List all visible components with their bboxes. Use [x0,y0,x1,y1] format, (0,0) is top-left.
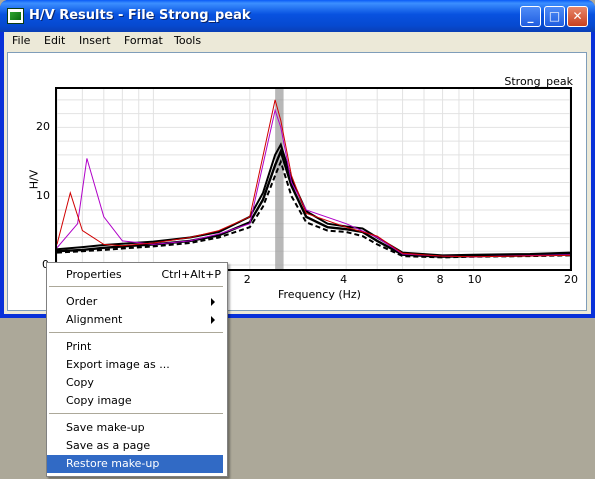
minimize-button[interactable]: _ [520,6,541,27]
menu-item-copy[interactable]: Copy [47,374,223,392]
y-axis-label: H/V [27,169,41,190]
x-tick-label: 8 [436,273,444,286]
x-axis-label: Frequency (Hz) [278,288,361,301]
x-tick-label: 6 [396,273,404,286]
menu-separator [49,332,223,333]
submenu-arrow-icon [211,316,215,324]
hv-curve [56,142,571,257]
window-title: H/V Results - File Strong_peak [29,8,251,23]
hv-curve [56,99,571,258]
menu-bar: File Edit Insert Format Tools [4,32,591,50]
menu-file[interactable]: File [12,34,30,47]
plot-area[interactable] [55,87,572,271]
y-tick-label: 10 [36,189,50,203]
app-icon [7,8,24,24]
x-tick-label: 10 [467,273,482,286]
context-menu: Properties Ctrl+Alt+P Order Alignment Pr… [46,262,228,477]
menu-separator [49,286,223,287]
x-tick-label: 4 [340,273,348,286]
menu-item-order[interactable]: Order [47,293,223,311]
x-tick-label: 2 [243,273,251,286]
menu-insert[interactable]: Insert [79,34,111,47]
menu-edit[interactable]: Edit [44,34,65,47]
y-tick-label: 20 [36,120,50,134]
hv-chart [56,89,571,269]
menu-item-label: Properties [66,268,122,281]
menu-item-print[interactable]: Print [47,338,223,356]
maximize-button[interactable]: □ [544,6,565,27]
menu-item-save-as-page[interactable]: Save as a page [47,437,223,455]
close-button[interactable]: ✕ [567,6,588,27]
menu-item-properties[interactable]: Properties Ctrl+Alt+P [47,266,223,284]
menu-item-copy-image[interactable]: Copy image [47,392,223,410]
menu-item-export-image[interactable]: Export image as ... [47,356,223,374]
menu-tools[interactable]: Tools [174,34,201,47]
menu-item-restore-makeup[interactable]: Restore make-up [47,455,223,473]
menu-item-save-makeup[interactable]: Save make-up [47,419,223,437]
submenu-arrow-icon [211,298,215,306]
menu-item-alignment[interactable]: Alignment [47,311,223,329]
menu-separator [49,413,223,414]
menu-item-shortcut: Ctrl+Alt+P [161,268,221,281]
menu-item-label: Order [66,295,98,308]
x-tick-label: 20 [564,273,578,286]
menu-item-label: Alignment [66,313,123,326]
menu-format[interactable]: Format [124,34,163,47]
hv-curve [56,147,571,258]
hv-curve [56,108,571,258]
title-bar[interactable]: H/V Results - File Strong_peak _ □ ✕ [0,0,595,32]
